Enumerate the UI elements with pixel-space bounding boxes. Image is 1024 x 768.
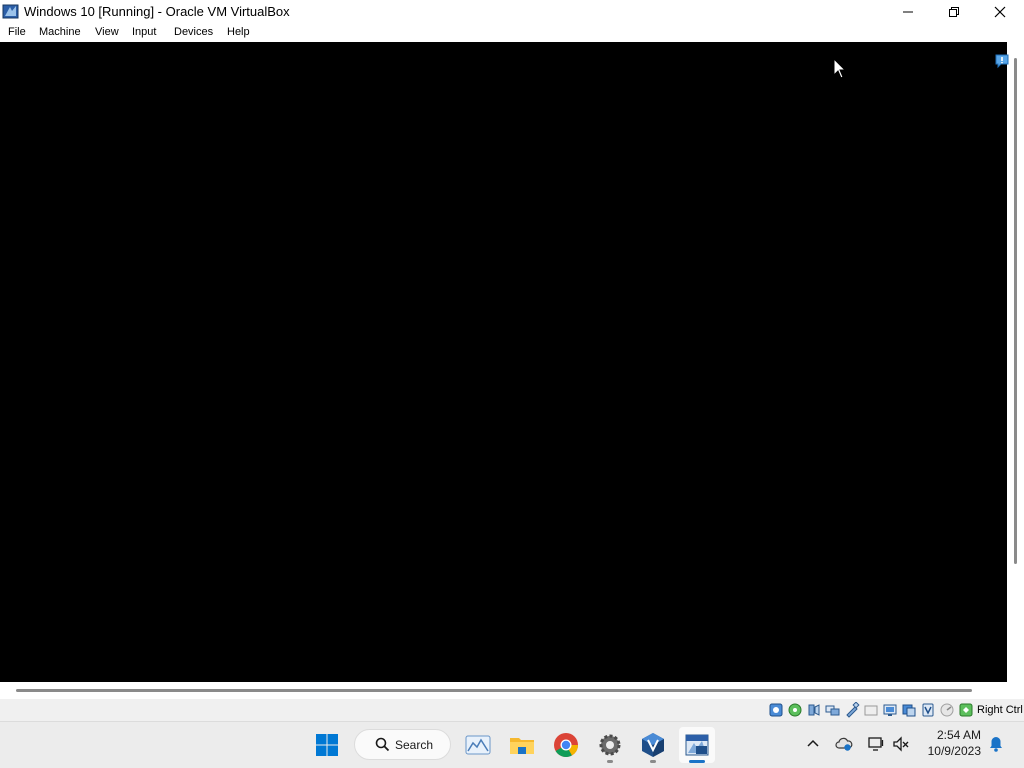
taskbar-search-box[interactable]: Search	[354, 729, 451, 760]
gear-icon	[599, 734, 621, 756]
display-icon[interactable]	[882, 702, 898, 718]
mouse-integration-icon[interactable]	[920, 702, 936, 718]
menu-bar: File Machine View Input Devices Help	[0, 24, 1024, 42]
window-title-bar[interactable]: Windows 10 [Running] - Oracle VM Virtual…	[0, 0, 1024, 24]
network-icon[interactable]	[825, 702, 841, 718]
notification-message-icon[interactable]	[994, 53, 1010, 69]
menu-input[interactable]: Input	[132, 26, 156, 38]
chevron-up-icon[interactable]	[804, 735, 822, 753]
display-network-icon[interactable]	[867, 735, 885, 753]
usb-icon[interactable]	[844, 702, 860, 718]
clock-date[interactable]: 10/9/2023	[925, 744, 981, 758]
speaker-muted-icon[interactable]	[892, 735, 910, 753]
menu-devices[interactable]: Devices	[174, 26, 213, 38]
shared-folders-icon[interactable]	[863, 702, 879, 718]
optical-drive-icon[interactable]	[787, 702, 803, 718]
host-key-label: Right Ctrl	[977, 704, 1023, 716]
mouse-cursor-icon	[833, 58, 847, 79]
windows-logo-icon	[316, 734, 338, 756]
virtualbox-cube-icon	[642, 733, 664, 757]
minimize-icon	[903, 11, 913, 13]
notification-bell-icon[interactable]	[987, 735, 1005, 753]
horizontal-scrollbar-thumb[interactable]	[16, 689, 972, 692]
close-icon	[994, 6, 1006, 18]
virtualbox-running-indicator	[650, 760, 656, 763]
chrome-icon	[554, 733, 578, 758]
search-label: Search	[395, 738, 434, 752]
restore-button[interactable]	[931, 0, 977, 24]
settings-running-indicator	[607, 760, 613, 763]
video-capture-icon[interactable]	[901, 702, 917, 718]
taskbar-settings[interactable]	[592, 727, 628, 763]
start-button[interactable]	[309, 727, 345, 763]
virtualbox-app-icon	[2, 4, 19, 19]
taskbar-photos[interactable]	[460, 727, 496, 763]
menu-file[interactable]: File	[8, 26, 26, 38]
vm-display[interactable]	[0, 42, 1007, 682]
keyboard-capture-icon[interactable]	[958, 702, 974, 718]
close-button[interactable]	[977, 0, 1023, 24]
menu-help[interactable]: Help	[227, 26, 250, 38]
hard-disk-icon[interactable]	[768, 702, 784, 718]
taskbar-file-explorer[interactable]	[504, 727, 540, 763]
restore-icon	[949, 7, 959, 17]
taskbar-virtualbox-manager[interactable]	[635, 727, 671, 763]
menu-machine[interactable]: Machine	[39, 26, 81, 38]
cpu-icon[interactable]	[939, 702, 955, 718]
menu-view[interactable]: View	[95, 26, 119, 38]
folder-icon	[510, 738, 534, 754]
vm-window-icon	[685, 734, 709, 756]
window-title: Windows 10 [Running] - Oracle VM Virtual…	[24, 4, 290, 19]
taskbar-vm-window[interactable]	[679, 727, 715, 763]
search-icon	[375, 737, 390, 752]
vertical-scrollbar-thumb[interactable]	[1014, 58, 1017, 564]
cloud-sync-icon[interactable]	[835, 735, 853, 753]
clock-time[interactable]: 2:54 AM	[925, 728, 981, 742]
taskbar-chrome[interactable]	[548, 727, 584, 763]
photos-app-icon	[465, 735, 491, 755]
vm-window-active-indicator	[689, 760, 705, 763]
minimize-button[interactable]	[885, 0, 931, 24]
audio-icon[interactable]	[806, 702, 822, 718]
